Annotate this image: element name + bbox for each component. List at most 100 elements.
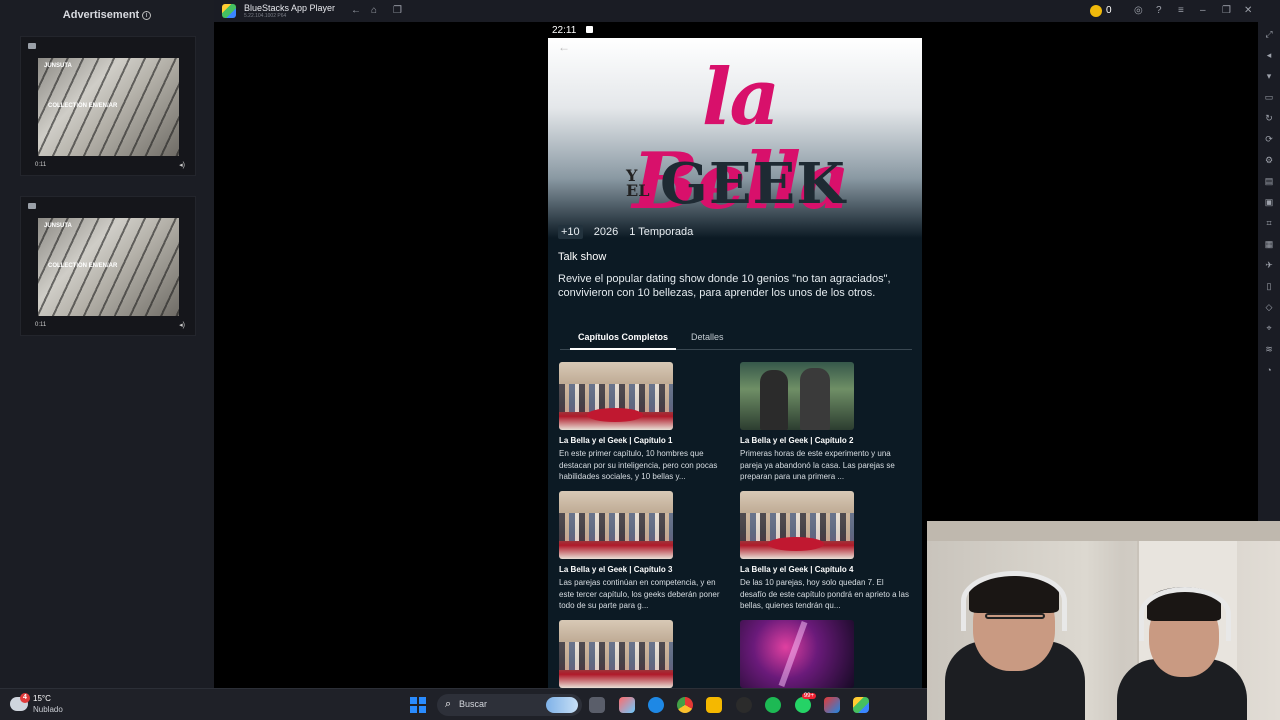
taskbar: 4 15°C Nublado ⌕ Buscar 99+ xyxy=(0,688,927,720)
bluestacks-logo-icon xyxy=(222,4,236,18)
episode-thumbnail[interactable] xyxy=(740,491,854,559)
whatsapp-badge: 99+ xyxy=(801,693,816,699)
status-bar: 22:11 xyxy=(548,22,922,38)
ad-video-time: 0:11 xyxy=(35,322,47,328)
close-icon[interactable]: ✕ xyxy=(1244,4,1252,18)
episode-card[interactable]: La Bella y el Geek | Capítulo 2 Primeras… xyxy=(740,362,912,483)
file-explorer-icon[interactable] xyxy=(706,697,722,713)
sync-icon[interactable]: ⟳ xyxy=(1263,133,1275,145)
multi-instance-icon[interactable]: ❐ xyxy=(393,4,402,18)
chrome-icon[interactable] xyxy=(677,697,693,713)
title-bar: BlueStacks App Player 5.22.104.1002 P64 … xyxy=(214,0,1280,22)
gallery-icon[interactable]: ▦ xyxy=(1263,238,1275,250)
back-icon[interactable]: ← xyxy=(351,4,361,18)
keyboard-icon[interactable]: ▾ xyxy=(1263,70,1275,82)
ad-brand: JUNSUTA xyxy=(44,223,72,229)
account-icon[interactable]: ◎ xyxy=(1134,4,1143,18)
episode-description: De las 10 parejas, hoy solo quedan 7. El… xyxy=(740,578,910,610)
home-icon[interactable]: ⌂ xyxy=(371,4,377,18)
tab-full-episodes[interactable]: Capítulos Completos xyxy=(578,332,668,342)
notification-icon xyxy=(586,26,593,33)
episode-thumbnail[interactable] xyxy=(559,620,673,688)
search-icon: ⌕ xyxy=(445,698,452,710)
start-button[interactable] xyxy=(410,697,426,713)
show-meta: +10 2026 1 Temporada xyxy=(558,225,701,239)
layers-icon[interactable]: ≋ xyxy=(1263,343,1275,355)
tab-details[interactable]: Detalles xyxy=(691,332,724,342)
episode-thumbnail[interactable] xyxy=(740,362,854,430)
episode-title[interactable]: La Bella y el Geek | Capítulo 3 xyxy=(559,565,731,574)
episode-card[interactable]: La Bella y el Geek | Capítulo 1 En este … xyxy=(559,362,731,483)
rotate-icon[interactable]: ↻ xyxy=(1263,112,1275,124)
episode-card[interactable] xyxy=(740,620,912,688)
ad-video-card[interactable]: JUNSUTA COLLECTION EN/EN/AR 0:11 ◂) xyxy=(20,36,196,176)
episode-card[interactable] xyxy=(559,620,731,688)
location-icon[interactable]: ⌖ xyxy=(1263,322,1275,334)
episode-card[interactable]: La Bella y el Geek | Capítulo 3 Las pare… xyxy=(559,491,731,612)
files-icon[interactable]: ▯ xyxy=(1263,280,1275,292)
obs-icon[interactable] xyxy=(736,697,752,713)
spotify-icon[interactable] xyxy=(765,697,781,713)
active-tab-indicator xyxy=(570,348,676,350)
ad-video-thumbnail[interactable]: JUNSUTA COLLECTION EN/EN/AR xyxy=(38,218,179,316)
show-synopsis: Revive el popular dating show donde 10 g… xyxy=(558,273,891,299)
episode-title[interactable]: La Bella y el Geek | Capítulo 4 xyxy=(740,565,912,574)
restore-icon[interactable]: ❐ xyxy=(1222,4,1231,18)
age-rating-badge: +10 xyxy=(558,225,583,239)
content-tabs: Capítulos Completos Detalles xyxy=(560,328,912,350)
show-genre: Talk show xyxy=(558,251,607,263)
show-logo-y-el: Y EL xyxy=(626,166,650,200)
coin-count: 0 xyxy=(1106,5,1112,16)
episode-thumbnail[interactable] xyxy=(559,491,673,559)
fullscreen-icon[interactable]: ⤢ xyxy=(1263,28,1275,40)
mute-icon[interactable]: ◂) xyxy=(179,321,185,329)
weather-temperature[interactable]: 15°C xyxy=(33,694,51,703)
app-icon[interactable] xyxy=(824,697,840,713)
minimize-icon[interactable]: – xyxy=(1200,4,1206,18)
robot-icon[interactable]: ⚙ xyxy=(1263,154,1275,166)
episode-title[interactable]: La Bella y el Geek | Capítulo 2 xyxy=(740,436,912,445)
weather-description[interactable]: Nublado xyxy=(33,705,63,714)
show-year: 2026 xyxy=(593,226,619,238)
episode-title[interactable]: La Bella y el Geek | Capítulo 1 xyxy=(559,436,731,445)
taskbar-search[interactable]: ⌕ Buscar xyxy=(437,694,582,716)
menu-icon[interactable]: ≡ xyxy=(1178,4,1184,18)
macro-icon[interactable]: ◔ xyxy=(1263,364,1275,376)
search-label: Buscar xyxy=(459,699,488,709)
show-seasons: 1 Temporada xyxy=(629,226,694,238)
back-arrow-icon[interactable]: ← xyxy=(558,40,570,54)
ad-video-thumbnail[interactable]: JUNSUTA COLLECTION EN/EN/AR xyxy=(38,58,179,156)
ad-video-time: 0:11 xyxy=(35,162,47,168)
episode-description: En este primer capítulo, 10 hombres que … xyxy=(559,449,718,481)
show-hero-banner: ← la Bella Y EL GEEK xyxy=(548,38,922,238)
mute-icon[interactable]: ◂) xyxy=(179,161,185,169)
copilot-icon[interactable] xyxy=(619,697,635,713)
volume-icon[interactable]: ◂ xyxy=(1263,49,1275,61)
eraser-icon[interactable]: ◇ xyxy=(1263,301,1275,313)
coin-icon[interactable] xyxy=(1090,5,1102,17)
show-logo-geek: GEEK xyxy=(660,151,846,217)
app-version: 5.22.104.1002 P64 xyxy=(244,13,287,19)
episode-card[interactable]: La Bella y el Geek | Capítulo 4 De las 1… xyxy=(740,491,912,612)
episode-thumbnail[interactable] xyxy=(559,362,673,430)
ad-video-card[interactable]: JUNSUTA COLLECTION EN/EN/AR 0:11 ◂) xyxy=(20,196,196,336)
whatsapp-icon[interactable]: 99+ xyxy=(795,693,816,713)
bluestacks-taskbar-icon[interactable] xyxy=(853,697,869,713)
screenshot-icon[interactable]: ▣ xyxy=(1263,196,1275,208)
help-icon[interactable]: ? xyxy=(1156,4,1162,18)
task-view-icon[interactable] xyxy=(589,697,605,713)
edge-icon[interactable] xyxy=(648,697,664,713)
info-icon[interactable]: i xyxy=(142,11,152,20)
search-highlight-art xyxy=(546,697,578,713)
ad-badge-icon xyxy=(28,203,36,209)
weather-badge: 4 xyxy=(20,693,30,703)
ad-caption: COLLECTION EN/EN/AR xyxy=(48,103,118,109)
plane-icon[interactable]: ✈ xyxy=(1263,259,1275,271)
ad-caption: COLLECTION EN/EN/AR xyxy=(48,263,118,269)
chart-icon[interactable]: ▤ xyxy=(1263,175,1275,187)
advertisement-panel: Advertisement i JUNSUTA COLLECTION EN/EN/… xyxy=(0,0,214,688)
ad-badge-icon xyxy=(28,43,36,49)
tv-icon[interactable]: ▭ xyxy=(1263,91,1275,103)
episode-thumbnail[interactable] xyxy=(740,620,854,688)
crop-icon[interactable]: ⌗ xyxy=(1263,217,1275,229)
